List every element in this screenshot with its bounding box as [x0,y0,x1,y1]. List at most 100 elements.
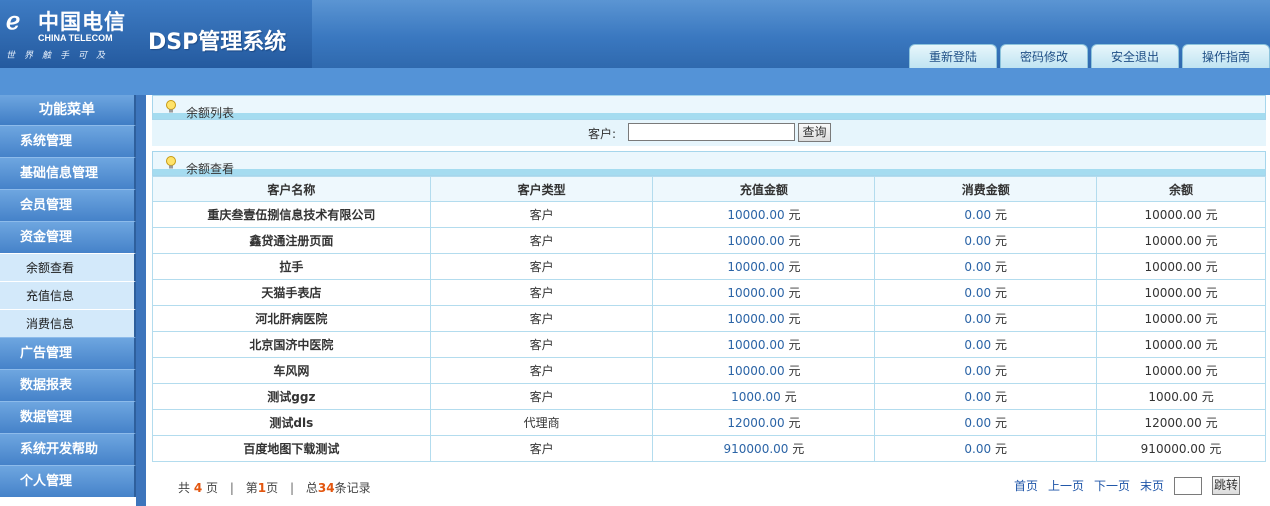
consume-cell: 0.00 元 [874,305,1098,332]
customer-type-cell: 代理商 [429,409,654,436]
balance-cell: 1000.00 元 [1096,383,1266,410]
customer-search-input[interactable] [628,123,795,141]
pagination-summary: 共 4 页 | 第1页 | 总34条记录 [178,481,371,495]
balance-cell: 10000.00 元 [1096,279,1266,306]
balance-cell: 910000.00 元 [1096,435,1266,462]
recharge-cell: 10000.00 元 [652,227,876,254]
customer-name-cell: 重庆叁壹伍捌信息技术有限公司 [152,201,431,228]
tab-relogin[interactable]: 重新登陆 [909,44,997,68]
system-title: DSP管理系统 [148,30,287,55]
sidebar-item-system[interactable]: 系统管理 [0,125,136,157]
sidebar-item-funds[interactable]: 资金管理 [0,221,136,253]
recharge-cell: 910000.00 元 [652,435,876,462]
pagination-controls: 首页 上一页 下一页 末页 跳转 [1004,476,1240,495]
customer-name-cell: 河北肝病医院 [152,305,431,332]
sidebar-subitem-recharge[interactable]: 充值信息 [0,281,136,309]
pagination: 共 4 页 | 第1页 | 总34条记录 首页 上一页 下一页 末页 跳转 [152,472,1266,502]
current-page: 1 [257,481,267,495]
sidebar-subitem-balance[interactable]: 余额查看 [0,253,136,281]
sidebar-item-reports[interactable]: 数据报表 [0,369,136,401]
china-telecom-logo-icon: ℯ [6,6,21,35]
header-subbar [0,68,1270,95]
customer-type-cell: 客户 [429,435,654,462]
balance-cell: 10000.00 元 [1096,201,1266,228]
consume-cell: 0.00 元 [874,409,1098,436]
next-page-link[interactable]: 下一页 [1094,477,1130,494]
balance-cell: 10000.00 元 [1096,357,1266,384]
total-pages: 4 [193,481,203,495]
sidebar-item-ads[interactable]: 广告管理 [0,337,136,369]
balance-cell: 10000.00 元 [1096,253,1266,280]
consume-cell: 0.00 元 [874,227,1098,254]
query-button[interactable]: 查询 [798,123,831,142]
balance-cell: 10000.00 元 [1096,227,1266,254]
customer-name-cell: 北京国济中医院 [152,331,431,358]
consume-cell: 0.00 元 [874,357,1098,384]
customer-type-cell: 客户 [429,227,654,254]
customer-name-cell: 鑫贷通注册页面 [152,227,431,254]
main-content: 余额列表 客户: 查询 余额查看 客户名称 客户类型 充值金额 消费金额 余额 … [152,95,1266,462]
prev-page-link[interactable]: 上一页 [1048,477,1084,494]
search-panel-header: 余额列表 [152,95,1266,120]
table-row: 重庆叁壹伍捌信息技术有限公司 客户 10000.00 元 0.00 元 10000.00… [152,201,1266,228]
balance-table: 客户名称 客户类型 充值金额 消费金额 余额 重庆叁壹伍捌信息技术有限公司 客户 1… [152,176,1266,462]
sidebar-item-members[interactable]: 会员管理 [0,189,136,221]
balance-cell: 10000.00 元 [1096,331,1266,358]
tab-change-password[interactable]: 密码修改 [1000,44,1088,68]
customer-type-cell: 客户 [429,383,654,410]
sidebar-divider[interactable] [136,95,146,506]
customer-type-cell: 客户 [429,279,654,306]
customer-name-cell: 车风网 [152,357,431,384]
recharge-cell: 10000.00 元 [652,253,876,280]
list-panel-header: 余额查看 [152,151,1266,176]
sidebar-item-personal[interactable]: 个人管理 [0,465,136,497]
table-row: 百度地图下载测试 客户 910000.00 元 0.00 元 910000.00 元 [152,435,1266,462]
customer-type-cell: 客户 [429,253,654,280]
consume-cell: 0.00 元 [874,279,1098,306]
sidebar-subitem-consumption[interactable]: 消费信息 [0,309,136,337]
customer-name-cell: 拉手 [152,253,431,280]
consume-cell: 0.00 元 [874,435,1098,462]
jump-button[interactable]: 跳转 [1212,476,1240,495]
col-customer-name: 客户名称 [152,176,431,202]
table-row: 北京国济中医院 客户 10000.00 元 0.00 元 10000.00 元 [152,331,1266,358]
table-row: 鑫贷通注册页面 客户 10000.00 元 0.00 元 10000.00 元 [152,227,1266,254]
table-body: 重庆叁壹伍捌信息技术有限公司 客户 10000.00 元 0.00 元 10000.00… [152,201,1266,462]
recharge-cell: 10000.00 元 [652,357,876,384]
table-row: 拉手 客户 10000.00 元 0.00 元 10000.00 元 [152,253,1266,280]
customer-label: 客户: [588,127,617,141]
table-row: 车风网 客户 10000.00 元 0.00 元 10000.00 元 [152,357,1266,384]
col-recharge-amount: 充值金额 [652,176,876,202]
col-balance: 余额 [1096,176,1266,202]
customer-name-cell: 百度地图下载测试 [152,435,431,462]
tab-user-guide[interactable]: 操作指南 [1182,44,1270,68]
list-panel-title: 余额查看 [186,162,235,176]
sidebar-title: 功能菜单 [0,95,136,125]
recharge-cell: 10000.00 元 [652,305,876,332]
consume-cell: 0.00 元 [874,201,1098,228]
jump-page-input[interactable] [1174,476,1202,495]
customer-type-cell: 客户 [429,305,654,332]
table-row: 天猫手表店 客户 10000.00 元 0.00 元 10000.00 元 [152,279,1266,306]
search-panel-title: 余额列表 [186,106,235,120]
table-row: 测试ggz 客户 1000.00 元 0.00 元 1000.00 元 [152,383,1266,410]
logo-slogan: 世界触手可及 [6,51,115,61]
customer-type-cell: 客户 [429,331,654,358]
sidebar-item-dev-help[interactable]: 系统开发帮助 [0,433,136,465]
consume-cell: 0.00 元 [874,331,1098,358]
sidebar-item-data[interactable]: 数据管理 [0,401,136,433]
sidebar-item-basic-info[interactable]: 基础信息管理 [0,157,136,189]
balance-cell: 12000.00 元 [1096,409,1266,436]
consume-cell: 0.00 元 [874,253,1098,280]
logo-english-text: CHINA TELECOM [38,33,113,43]
balance-cell: 10000.00 元 [1096,305,1266,332]
tab-logout[interactable]: 安全退出 [1091,44,1179,68]
sidebar-menu: 功能菜单 系统管理 基础信息管理 会员管理 资金管理 余额查看 充值信息 消费信… [0,95,136,506]
search-row: 客户: 查询 [152,120,1266,146]
total-records: 34 [317,481,335,495]
last-page-link[interactable]: 末页 [1140,477,1164,494]
col-customer-type: 客户类型 [429,176,654,202]
first-page-link[interactable]: 首页 [1014,477,1038,494]
customer-type-cell: 客户 [429,201,654,228]
customer-name-cell: 测试ggz [152,383,431,410]
